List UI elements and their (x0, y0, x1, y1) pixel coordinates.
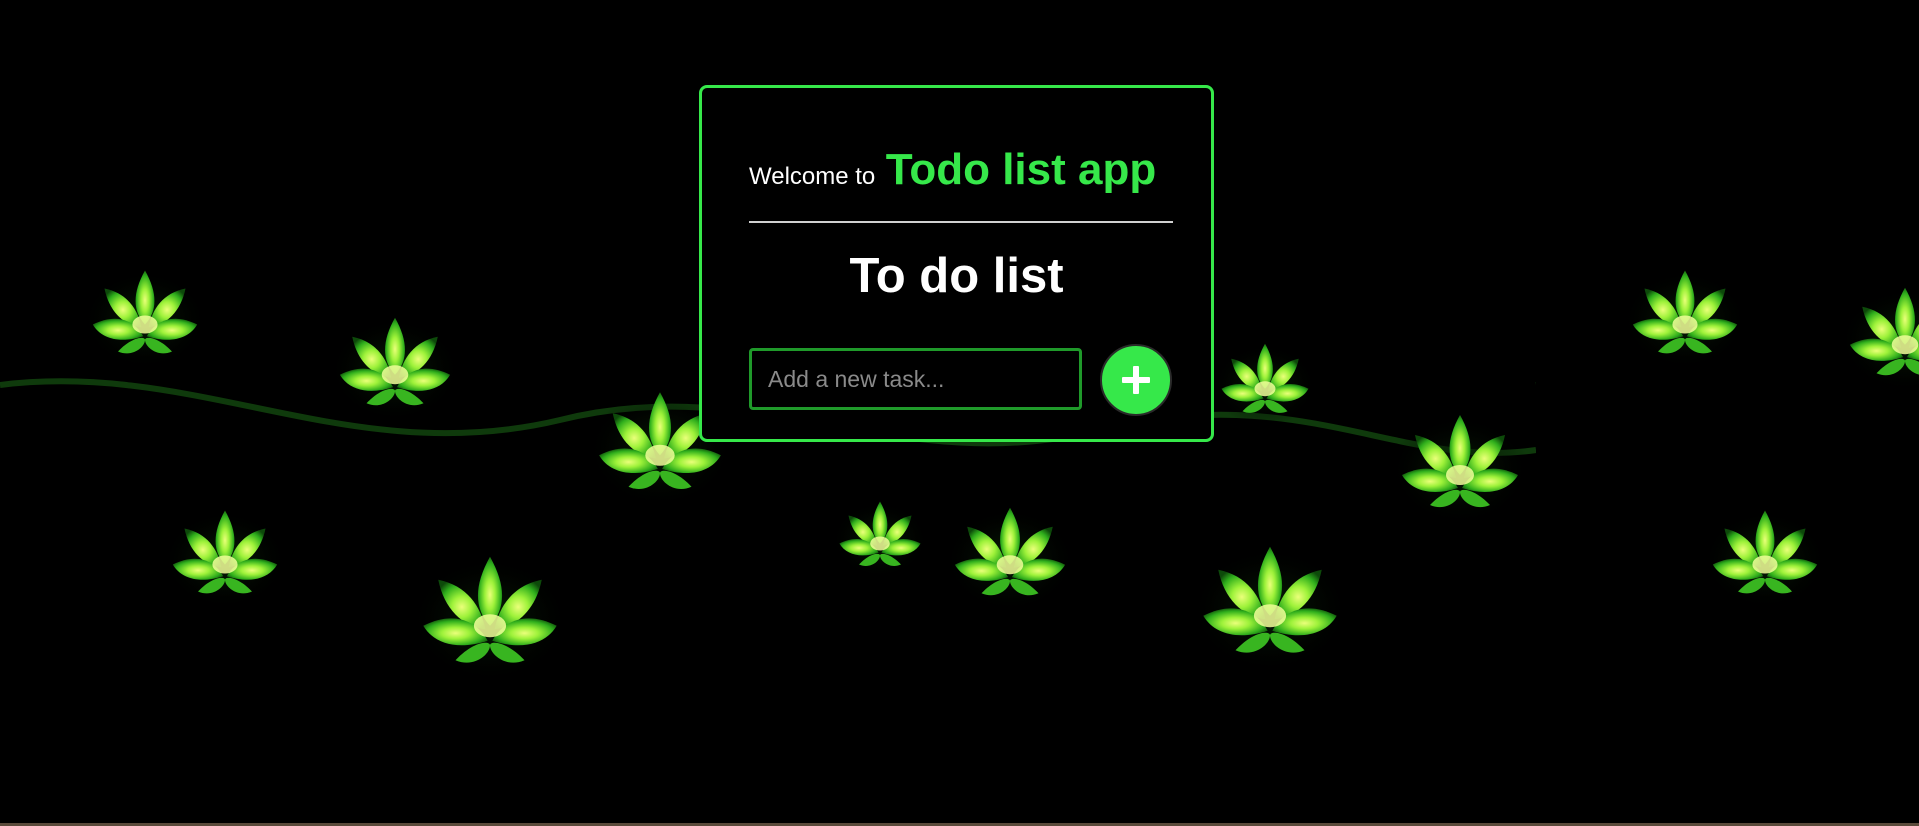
todo-card: Welcome to Todo list app To do list (699, 85, 1214, 442)
header-divider (749, 221, 1173, 223)
list-title: To do list (849, 249, 1064, 303)
welcome-heading: Welcome to Todo list app (749, 145, 1156, 195)
welcome-prefix: Welcome to (749, 163, 876, 190)
new-task-input[interactable] (749, 348, 1082, 410)
add-task-button[interactable] (1100, 344, 1172, 416)
plus-icon (1122, 366, 1150, 394)
app-root: Welcome to Todo list app To do list (0, 0, 1919, 826)
app-name: Todo list app (885, 145, 1157, 194)
